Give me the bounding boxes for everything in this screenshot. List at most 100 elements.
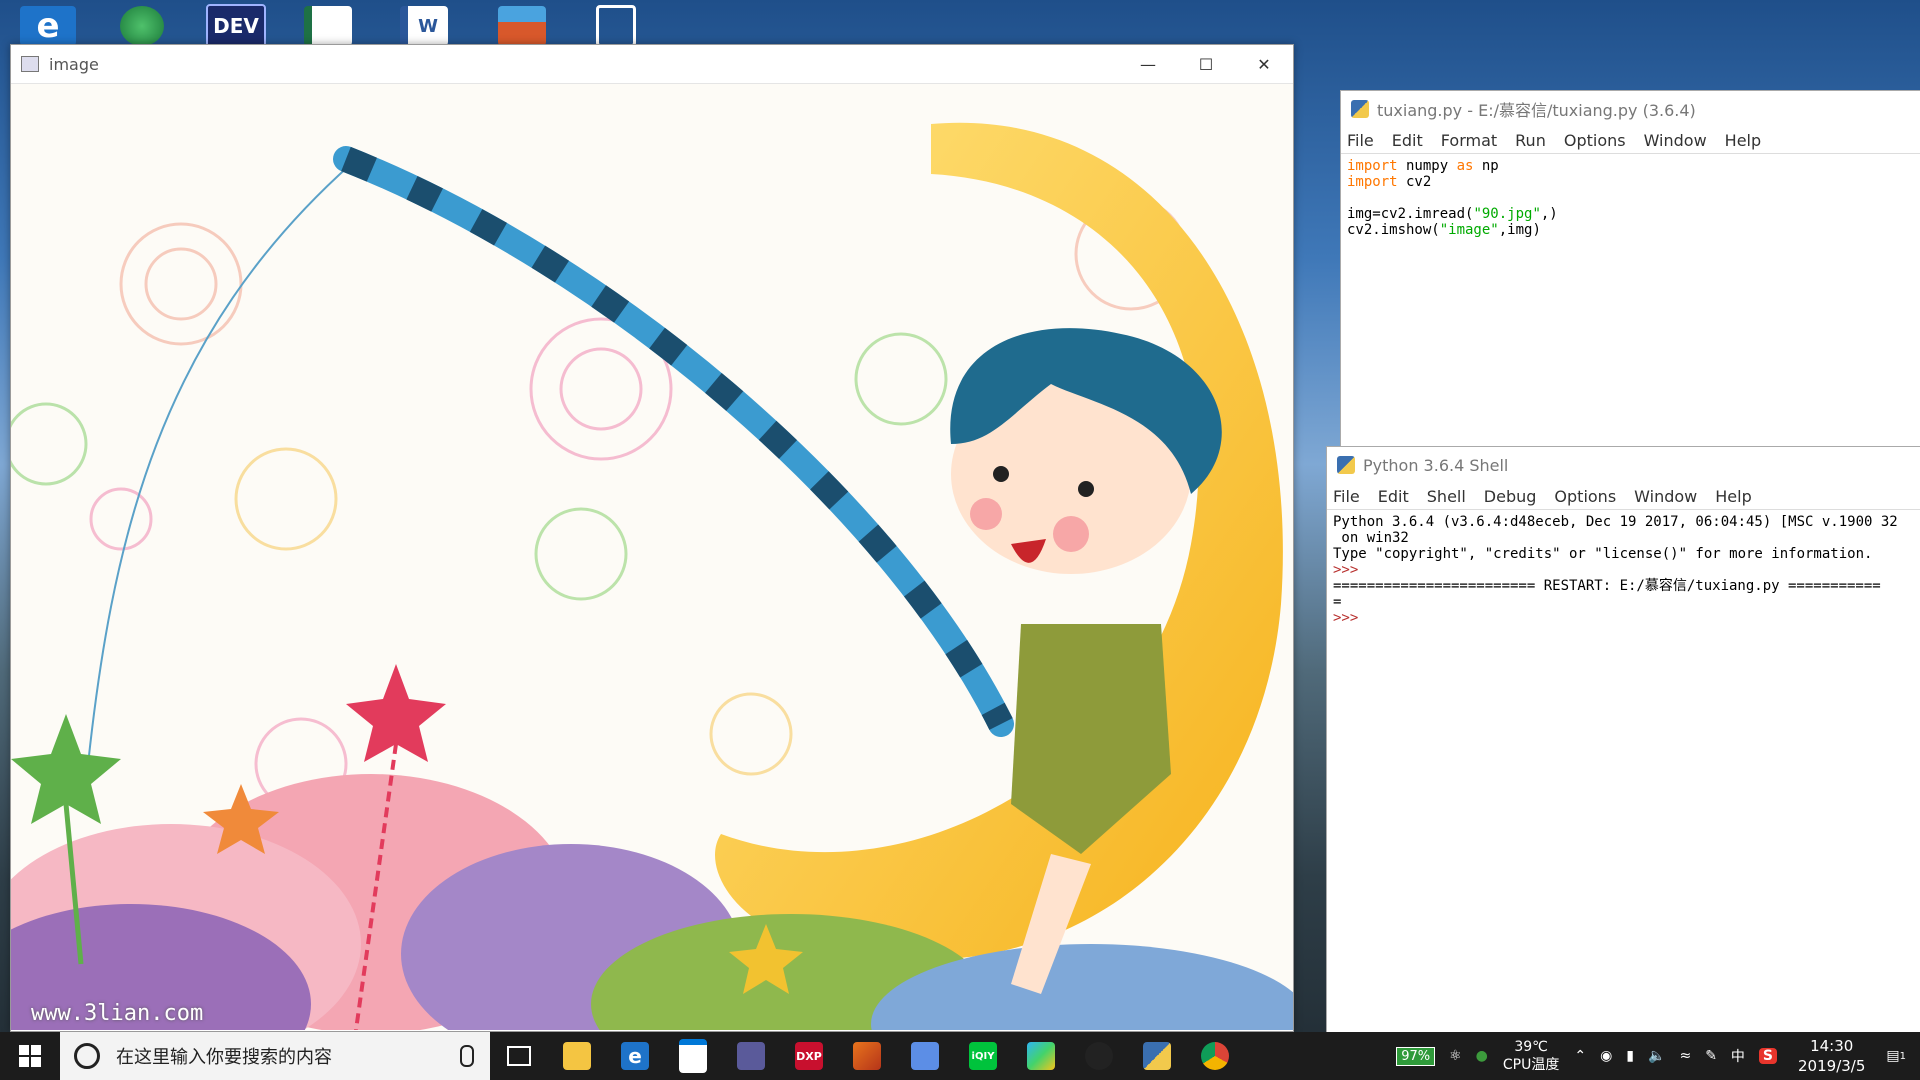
- menu-format[interactable]: Format: [1441, 131, 1497, 150]
- shell-prompt[interactable]: >>>: [1333, 610, 1358, 626]
- clock-time: 14:30: [1810, 1037, 1854, 1055]
- menu-help[interactable]: Help: [1715, 487, 1751, 506]
- code-editor[interactable]: import numpy as np import cv2 img=cv2.im…: [1341, 154, 1920, 242]
- media-player-icon[interactable]: [1012, 1032, 1070, 1080]
- file-explorer-icon[interactable]: [548, 1032, 606, 1080]
- volume-muted-icon[interactable]: 🔈: [1641, 1048, 1672, 1064]
- menu-debug[interactable]: Debug: [1484, 487, 1537, 506]
- archive-desktop-icon[interactable]: [484, 6, 560, 46]
- notification-center-icon[interactable]: ▤ 1: [1879, 1048, 1920, 1064]
- store-icon[interactable]: [664, 1032, 722, 1080]
- maximize-icon[interactable]: ☐: [1177, 45, 1235, 83]
- shell-output[interactable]: Python 3.6.4 (v3.6.4:d48eceb, Dec 19 201…: [1327, 510, 1920, 630]
- taskbar-clock[interactable]: 14:30 2019/3/5: [1784, 1036, 1879, 1076]
- shell-restart-line: ======================== RESTART: E:/慕容信…: [1333, 578, 1881, 594]
- word-desktop-icon[interactable]: W: [386, 6, 462, 46]
- matlab-icon[interactable]: [838, 1032, 896, 1080]
- minimize-icon[interactable]: —: [1119, 45, 1177, 83]
- menu-shell[interactable]: Shell: [1427, 487, 1466, 506]
- bird-app-icon[interactable]: [896, 1032, 954, 1080]
- power-icon[interactable]: ▮: [1619, 1048, 1641, 1064]
- editor-title: tuxiang.py - E:/慕容信/tuxiang.py (3.6.4): [1377, 101, 1696, 120]
- search-placeholder: 在这里输入你要搜索的内容: [116, 1047, 332, 1068]
- document-desktop-icon[interactable]: [578, 5, 654, 47]
- security-icon[interactable]: ●: [1469, 1048, 1495, 1064]
- shell-banner: Python 3.6.4 (v3.6.4:d48eceb, Dec 19 201…: [1333, 514, 1898, 530]
- image-window[interactable]: image — ☐ ✕ www.3lian.com: [10, 44, 1294, 1032]
- notification-count: 1: [1899, 1050, 1906, 1062]
- menu-edit[interactable]: Edit: [1378, 487, 1409, 506]
- temperature-value: 39℃: [1514, 1039, 1548, 1055]
- cpu-temperature[interactable]: 39℃ CPU温度: [1495, 1038, 1567, 1074]
- microphone-icon[interactable]: [460, 1045, 474, 1067]
- code-text: np: [1473, 158, 1499, 174]
- battery-percent: 97%: [1396, 1046, 1436, 1066]
- shell-titlebar[interactable]: Python 3.6.4 Shell: [1327, 447, 1920, 483]
- people-icon[interactable]: ⚛: [1442, 1048, 1469, 1064]
- window-app-icon: [21, 56, 39, 72]
- image-window-titlebar[interactable]: image — ☐ ✕: [11, 45, 1293, 84]
- edge-desktop-icon[interactable]: e: [10, 6, 86, 46]
- shell-banner: Type "copyright", "credits" or "license(…: [1333, 546, 1873, 562]
- python-shell-icon: [1337, 456, 1355, 474]
- qq-icon[interactable]: [1070, 1032, 1128, 1080]
- code-string: "90.jpg": [1473, 206, 1541, 222]
- code-keyword: as: [1456, 158, 1474, 174]
- ime-indicator[interactable]: 中: [1724, 1046, 1752, 1066]
- menu-help[interactable]: Help: [1725, 131, 1761, 150]
- code-text: ,img): [1498, 222, 1541, 238]
- wifi-icon[interactable]: ≈: [1672, 1048, 1698, 1064]
- taskbar-search-box[interactable]: 在这里输入你要搜索的内容: [60, 1032, 490, 1080]
- dev-desktop-icon[interactable]: DEV: [198, 4, 274, 48]
- pen-icon[interactable]: ✎: [1698, 1048, 1724, 1064]
- menu-file[interactable]: File: [1347, 131, 1374, 150]
- code-text: cv2.imshow(: [1347, 222, 1440, 238]
- code-keyword: import: [1347, 158, 1398, 174]
- menu-run[interactable]: Run: [1515, 131, 1546, 150]
- cortana-icon: [74, 1043, 100, 1069]
- code-text: ,): [1540, 206, 1558, 222]
- calculator-icon[interactable]: [722, 1032, 780, 1080]
- taskbar: 在这里输入你要搜索的内容 e DXP iQIY 97% ⚛ ● 39℃ CPU温…: [0, 1032, 1920, 1080]
- chrome-icon[interactable]: [1186, 1032, 1244, 1080]
- temperature-label: CPU温度: [1502, 1057, 1560, 1073]
- sogou-icon[interactable]: S: [1752, 1048, 1784, 1064]
- watermark-text: www.3lian.com: [31, 1001, 204, 1026]
- menu-options[interactable]: Options: [1564, 131, 1626, 150]
- code-string: "image": [1439, 222, 1499, 238]
- image-canvas: www.3lian.com: [11, 84, 1293, 1030]
- editor-menubar: File Edit Format Run Options Window Help: [1341, 127, 1920, 154]
- shell-menubar: File Edit Shell Debug Options Window Hel…: [1327, 483, 1920, 510]
- battery-indicator[interactable]: 97%: [1389, 1046, 1442, 1066]
- shell-title: Python 3.6.4 Shell: [1363, 455, 1509, 475]
- illustration: [11, 84, 1293, 1030]
- menu-edit[interactable]: Edit: [1392, 131, 1423, 150]
- menu-file[interactable]: File: [1333, 487, 1360, 506]
- shell-banner: on win32: [1333, 530, 1409, 546]
- shell-window[interactable]: Python 3.6.4 Shell File Edit Shell Debug…: [1326, 446, 1920, 1033]
- iqiyi-icon[interactable]: iQIY: [954, 1032, 1012, 1080]
- image-window-title: image: [49, 54, 99, 74]
- editor-window[interactable]: tuxiang.py - E:/慕容信/tuxiang.py (3.6.4) F…: [1340, 90, 1920, 446]
- globe-desktop-icon[interactable]: [104, 6, 180, 46]
- shell-prompt: >>>: [1333, 562, 1359, 578]
- excel-desktop-icon[interactable]: [290, 6, 366, 46]
- code-text: img=cv2.imread(: [1347, 206, 1474, 222]
- editor-titlebar[interactable]: tuxiang.py - E:/慕容信/tuxiang.py (3.6.4): [1341, 91, 1920, 127]
- edge-taskbar-icon[interactable]: e: [606, 1032, 664, 1080]
- qq-tray-icon[interactable]: ◉: [1593, 1048, 1619, 1064]
- python-file-icon: [1351, 100, 1369, 118]
- task-view-button[interactable]: [490, 1032, 548, 1080]
- python-idle-taskbar-icon[interactable]: [1128, 1032, 1186, 1080]
- system-tray: 97% ⚛ ● 39℃ CPU温度 ⌃ ◉ ▮ 🔈 ≈ ✎ 中 S 14:30 …: [1389, 1032, 1920, 1080]
- menu-window[interactable]: Window: [1634, 487, 1697, 506]
- show-hidden-icons-chevron-icon[interactable]: ⌃: [1567, 1048, 1593, 1064]
- code-keyword: import: [1347, 174, 1398, 190]
- menu-window[interactable]: Window: [1644, 131, 1707, 150]
- start-button[interactable]: [0, 1032, 60, 1080]
- code-text: cv2: [1397, 174, 1432, 190]
- dxp-icon[interactable]: DXP: [780, 1032, 838, 1080]
- close-icon[interactable]: ✕: [1235, 45, 1293, 83]
- menu-options[interactable]: Options: [1554, 487, 1616, 506]
- windows-icon: [19, 1045, 41, 1067]
